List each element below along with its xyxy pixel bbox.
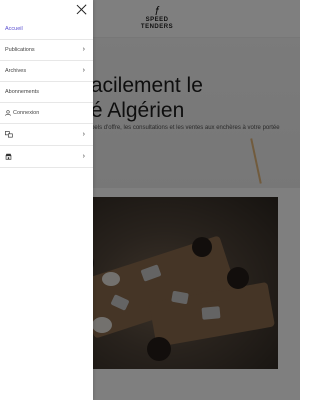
menu-item-label: Abonnements [5,89,39,95]
menu-item-archives[interactable]: Archives › [0,61,93,82]
chevron-right-icon: › [82,130,85,138]
chevron-right-icon: › [82,152,85,160]
close-icon[interactable] [76,4,87,15]
menu-item-shop[interactable]: › [0,146,93,168]
user-icon [5,110,11,116]
menu-item-accueil[interactable]: Accueil [0,19,93,40]
menu-item-label: Connexion [13,110,40,116]
menu-item-label: Archives [5,68,27,74]
chevron-right-icon: › [82,46,85,53]
side-drawer: Accueil Publications › Archives › Abonne… [0,0,93,400]
menu-item-publications[interactable]: Publications › [0,40,93,61]
menu-item-label: Publications [5,47,35,53]
chevron-right-icon: › [82,67,85,74]
language-icon [5,131,13,138]
menu-item-abonnements[interactable]: Abonnements [0,82,93,103]
shop-icon [5,153,12,160]
menu-item-connexion[interactable]: Connexion [0,103,93,124]
menu-item-label: Accueil [5,26,23,32]
drawer-header [0,0,93,19]
menu-item-language[interactable]: › [0,124,93,146]
